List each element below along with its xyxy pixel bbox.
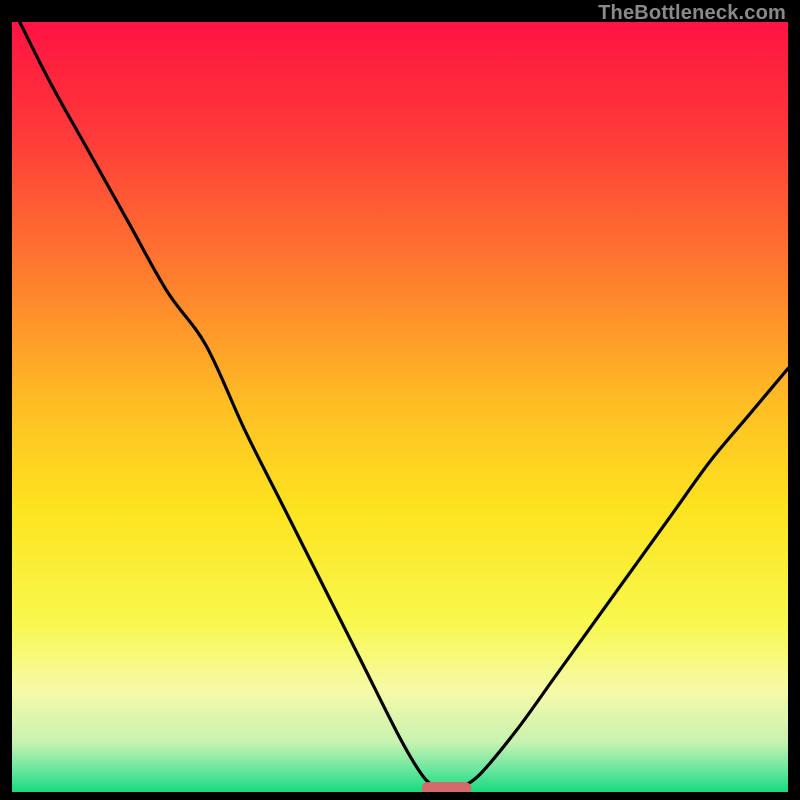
optimal-range-marker: [422, 782, 472, 792]
bottleneck-chart: [12, 22, 788, 792]
chart-background: [12, 22, 788, 792]
chart-frame: [12, 22, 788, 792]
